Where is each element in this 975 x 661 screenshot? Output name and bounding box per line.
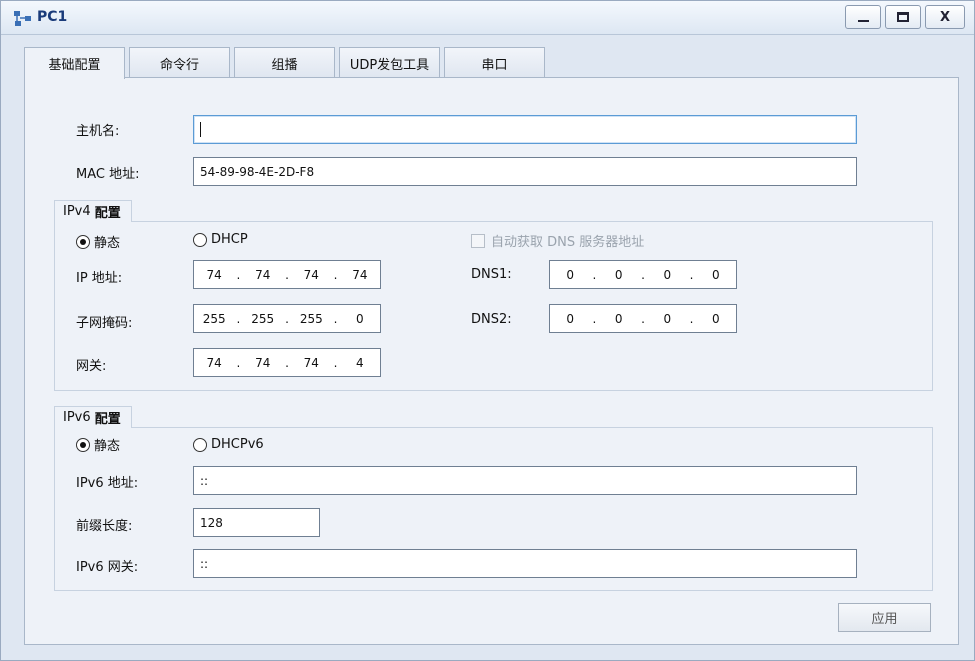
minimize-icon (857, 20, 869, 22)
ipv6-gateway-label: IPv6 网关: (76, 560, 139, 575)
tab-basic-config[interactable]: 基础配置 (24, 47, 125, 79)
radio-selected-icon (76, 437, 90, 452)
tab-multicast[interactable]: 组播 (234, 47, 335, 78)
hostname-input[interactable] (193, 115, 857, 144)
ip-address-field[interactable]: 74. 74. 74. 74 (193, 260, 381, 289)
auto-dns-checkbox[interactable]: 自动获取 DNS 服务器地址 (471, 231, 644, 250)
radio-unselected-icon (193, 437, 207, 452)
network-pc-icon (13, 10, 33, 28)
ipv6-address-label: IPv6 地址: (76, 476, 139, 491)
ipv6-address-field[interactable]: :: (193, 466, 857, 495)
close-button[interactable]: X (925, 5, 965, 29)
mac-label: MAC 地址: (76, 167, 140, 182)
maximize-icon (897, 12, 909, 22)
dns2-label: DNS2: (471, 312, 512, 327)
maximize-button[interactable] (885, 5, 921, 29)
hostname-label: 主机名: (76, 124, 120, 139)
minimize-button[interactable] (845, 5, 881, 29)
dns1-label: DNS1: (471, 267, 512, 282)
tab-serial[interactable]: 串口 (444, 47, 545, 78)
gateway-field[interactable]: 74. 74. 74. 4 (193, 348, 381, 377)
ipv6-static-radio[interactable]: 静态 (76, 435, 120, 454)
ipv6-gateway-field[interactable]: :: (193, 549, 857, 578)
ipv6-group-title: IPv6 配置 (54, 406, 132, 428)
apply-button[interactable]: 应用 (838, 603, 931, 632)
prefix-length-label: 前缀长度: (76, 519, 133, 534)
radio-unselected-icon (193, 232, 207, 247)
prefix-length-field[interactable]: 128 (193, 508, 320, 537)
close-icon: X (939, 9, 951, 25)
mac-address-field[interactable]: 54-89-98-4E-2D-F8 (193, 157, 857, 186)
checkbox-unchecked-icon (471, 233, 485, 248)
subnet-mask-field[interactable]: 255. 255. 255. 0 (193, 304, 381, 333)
ipv6-dhcpv6-radio[interactable]: DHCPv6 (193, 437, 264, 452)
tab-command-line[interactable]: 命令行 (129, 47, 230, 78)
subnet-mask-label: 子网掩码: (76, 316, 133, 331)
ipv4-static-radio[interactable]: 静态 (76, 232, 120, 251)
title-bar[interactable]: PC1 X (1, 1, 974, 35)
ipv4-dhcp-radio[interactable]: DHCP (193, 232, 248, 247)
ipv4-group-title: IPv4 配置 (54, 200, 132, 222)
text-caret (200, 122, 201, 137)
tab-udp-tool[interactable]: UDP发包工具 (339, 47, 440, 78)
ip-address-label: IP 地址: (76, 271, 123, 286)
dns1-field[interactable]: 0. 0. 0. 0 (549, 260, 737, 289)
dns2-field[interactable]: 0. 0. 0. 0 (549, 304, 737, 333)
radio-selected-icon (76, 234, 90, 249)
window-title: PC1 (37, 9, 68, 25)
gateway-label: 网关: (76, 359, 107, 374)
pc1-window: PC1 X 基础配置 命令行 组播 UDP发包工具 串口 主机名: MAC 地址… (0, 0, 975, 661)
